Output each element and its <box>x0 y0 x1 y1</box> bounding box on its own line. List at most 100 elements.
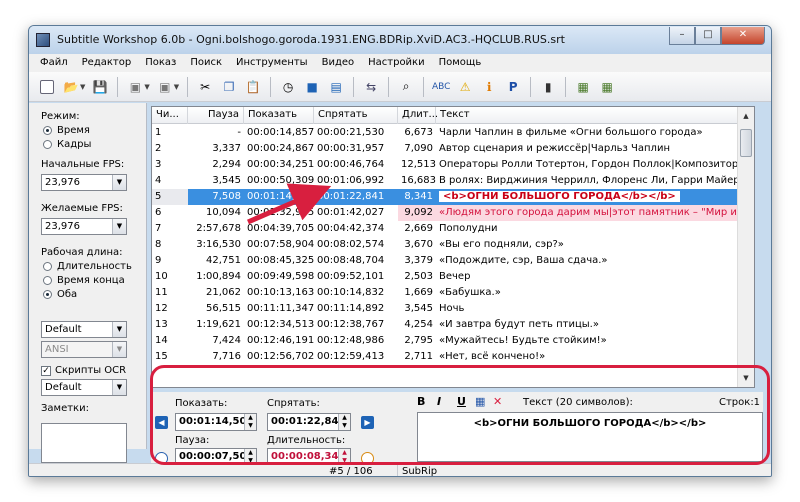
open-dropdown-icon[interactable]: ▼ <box>80 83 85 91</box>
cell-text: В ролях: Вирджиния Черрилл, Флоренс Ли, … <box>439 175 738 186</box>
cell-pause: 7,716 <box>212 351 241 362</box>
undo-dropdown-icon[interactable]: ▼ <box>144 83 149 91</box>
cell-text: «Мужайтесь! Будьте стойким!» <box>439 335 607 346</box>
comment-icon[interactable]: ▤ <box>327 78 345 96</box>
cell-show: 00:12:34,513 <box>247 319 314 330</box>
wl-both-radio[interactable]: Оба <box>43 289 77 300</box>
cell-show: 00:07:58,904 <box>247 239 314 250</box>
wl-end-time-radio[interactable]: Время конца <box>43 275 125 286</box>
table-row[interactable]: 3 2,294 00:00:34,251 00:00:46,764 12,513 Опер… <box>152 157 738 173</box>
menu-search[interactable]: Поиск <box>183 54 229 72</box>
col-hide-header[interactable]: Спрятать <box>314 107 398 124</box>
left-panel: Режим: Время Кадры Начальные FPS: 23,976… <box>29 103 147 463</box>
find-replace-icon[interactable]: ⇆ <box>362 78 380 96</box>
status-bar: #5 / 106 SubRip <box>29 463 771 476</box>
minimize-button[interactable]: – <box>669 27 695 45</box>
chevron-down-icon[interactable]: ▼ <box>112 219 126 234</box>
clock-icon[interactable]: ◷ <box>279 78 297 96</box>
cell-pause: 10,094 <box>206 207 241 218</box>
cell-num: 6 <box>155 207 162 218</box>
menu-video[interactable]: Видео <box>315 54 362 72</box>
cell-pause: 1:19,621 <box>196 319 241 330</box>
status-format: SubRip <box>397 465 437 476</box>
table-row[interactable]: 11 21,062 00:10:13,163 00:10:14,832 1,669 «Ба… <box>152 285 738 301</box>
cell-show: 00:11:11,347 <box>247 303 314 314</box>
spellcheck-icon[interactable]: ABC <box>432 78 450 96</box>
mode-time-label: Время <box>57 125 90 136</box>
menu-settings[interactable]: Настройки <box>361 54 431 72</box>
col-show-header[interactable]: Показать <box>244 107 314 124</box>
warning-icon[interactable]: ⚠ <box>456 78 474 96</box>
start-fps-combo[interactable]: 23,976 ▼ <box>41 174 127 191</box>
table-row[interactable]: 1 -00:00:14,857 00:00:21,530 6,673 Чарли Чап… <box>152 125 738 141</box>
col-num-header[interactable]: Чи... <box>152 107 188 124</box>
cell-dur: 2,795 <box>404 335 433 346</box>
cell-pause: 42,751 <box>206 255 241 266</box>
new-file-icon[interactable] <box>38 78 56 96</box>
table-row[interactable]: 14 7,424 00:12:46,191 00:12:48,986 2,795 «Муж… <box>152 333 738 349</box>
wl-duration-radio[interactable]: Длительность <box>43 261 132 272</box>
close-button[interactable]: ✕ <box>721 27 765 45</box>
undo-icon[interactable]: ▣ <box>126 78 144 96</box>
maximize-button[interactable]: □ <box>695 27 721 45</box>
table-row[interactable]: 15 7,716 00:12:56,702 00:12:59,413 2,711 «Нет… <box>152 349 738 365</box>
p-icon[interactable]: P <box>504 78 522 96</box>
cell-show: 00:08:45,325 <box>247 255 314 266</box>
cell-text: Вечер <box>439 271 471 282</box>
cell-text: Ночь <box>439 303 465 314</box>
cut-icon[interactable]: ✂ <box>196 78 214 96</box>
table-row[interactable]: 9 42,751 00:08:45,325 00:08:48,704 3,379 «Под… <box>152 253 738 269</box>
style-combo[interactable]: Default ▼ <box>41 321 127 338</box>
cell-hide: 00:00:21,530 <box>317 127 385 138</box>
scroll-up-icon[interactable]: ▲ <box>738 109 754 123</box>
cell-text: <b>ОГНИ БОЛЬШОГО ГОРОДА</b></b> <box>436 189 738 205</box>
redo-icon[interactable]: ▣ <box>156 78 174 96</box>
search-icon[interactable]: ⌕ <box>397 78 415 96</box>
scroll-thumb[interactable] <box>740 129 752 157</box>
mode-time-radio[interactable]: Время <box>43 125 90 136</box>
menu-file[interactable]: Файл <box>33 54 75 72</box>
film-icon[interactable]: ▮ <box>539 78 557 96</box>
cell-dur: 2,711 <box>404 351 433 362</box>
col-pause-header[interactable]: Пауза <box>188 107 244 124</box>
info-icon[interactable]: ℹ <box>480 78 498 96</box>
paste-icon[interactable]: 📋 <box>244 78 262 96</box>
menu-help[interactable]: Помощь <box>432 54 489 72</box>
open-folder-icon[interactable]: 📂 <box>62 78 80 96</box>
redo-dropdown-icon[interactable]: ▼ <box>174 83 179 91</box>
subtitle-grid[interactable]: Чи... Пауза Показать Спрятать Длит... Те… <box>151 106 755 388</box>
cell-show: 00:12:46,191 <box>247 335 314 346</box>
cell-dur: 2,669 <box>404 223 433 234</box>
table-row[interactable]: 12 56,515 00:11:11,347 00:11:14,892 3,545 Ноч… <box>152 301 738 317</box>
ocr-scripts-checkbox[interactable]: ✓ Скрипты OCR <box>41 365 126 376</box>
ocr-combo[interactable]: Default ▼ <box>41 379 127 396</box>
merge-icon[interactable]: ▦ <box>598 78 616 96</box>
chevron-down-icon[interactable]: ▼ <box>112 175 126 190</box>
cell-num: 4 <box>155 175 162 186</box>
col-text-header[interactable]: Текст <box>436 107 738 124</box>
style-value: Default <box>45 324 82 335</box>
grid-scrollbar[interactable]: ▲ ▼ <box>737 107 754 387</box>
save-icon[interactable]: 💾 <box>91 78 109 96</box>
copy-icon[interactable]: ❐ <box>220 78 238 96</box>
table-row[interactable]: 2 3,337 00:00:24,867 00:00:31,957 7,090 Автор… <box>152 141 738 157</box>
table-row[interactable]: 10 1:00,894 00:09:49,598 00:09:52,101 2,503 В… <box>152 269 738 285</box>
desired-fps-combo[interactable]: 23,976 ▼ <box>41 218 127 235</box>
cell-num: 15 <box>155 351 168 362</box>
notes-textarea[interactable] <box>41 423 127 463</box>
table-row[interactable]: 8 3:16,530 00:07:58,904 00:08:02,574 3,670 «В… <box>152 237 738 253</box>
menu-view[interactable]: Показ <box>138 54 183 72</box>
cell-text: Операторы Ролли Тотертон, Гордон Поллок|… <box>439 159 738 170</box>
translate-icon[interactable]: ■ <box>303 78 321 96</box>
cell-dur: 6,673 <box>404 127 433 138</box>
chevron-down-icon[interactable]: ▼ <box>112 322 126 337</box>
cell-text: Автор сценария и режиссёр|Чарльз Чаплин <box>439 143 670 154</box>
menu-editor[interactable]: Редактор <box>75 54 139 72</box>
mode-frames-radio[interactable]: Кадры <box>43 139 91 150</box>
table-row[interactable]: 13 1:19,621 00:12:34,513 00:12:38,767 4,254 «… <box>152 317 738 333</box>
chevron-down-icon[interactable]: ▼ <box>112 380 126 395</box>
col-dur-header[interactable]: Длит... <box>398 107 438 124</box>
split-icon[interactable]: ▦ <box>574 78 592 96</box>
menu-tools[interactable]: Инструменты <box>229 54 315 72</box>
cell-text: «Нет, всё кончено!» <box>439 351 546 362</box>
